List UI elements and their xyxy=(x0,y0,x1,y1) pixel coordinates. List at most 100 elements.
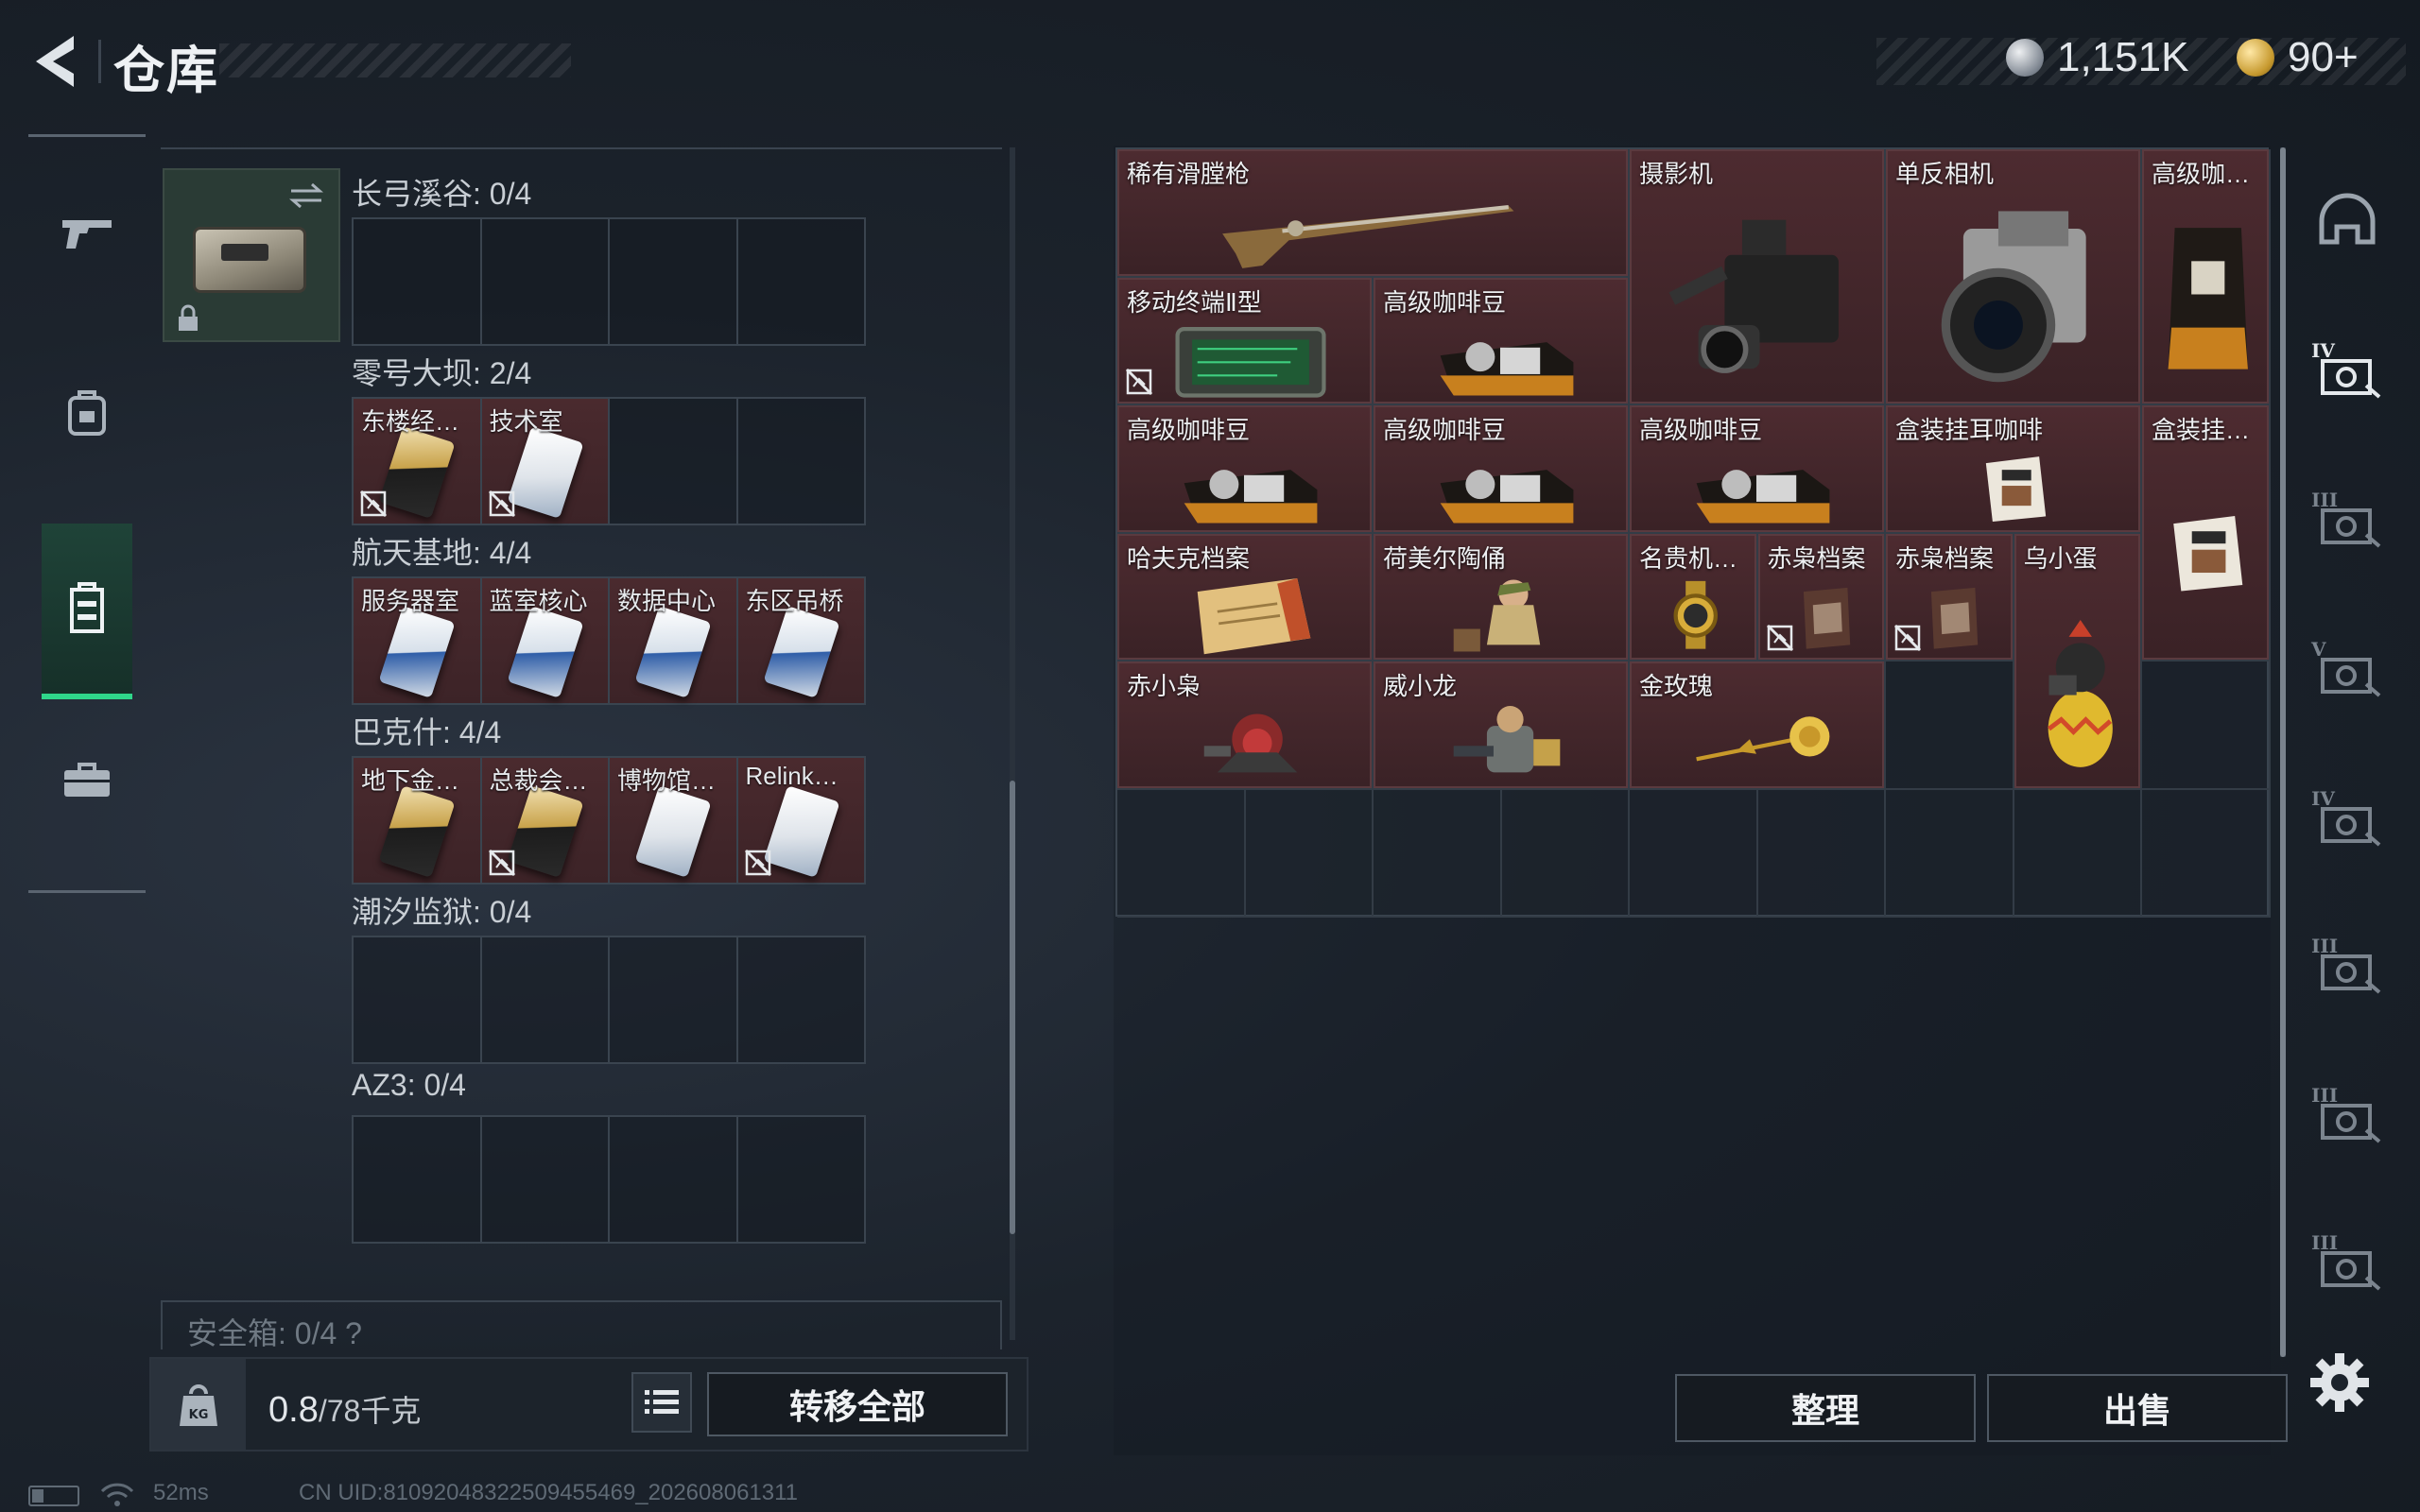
item-label: 高级咖… xyxy=(2152,160,2251,188)
right-rail: IV III V IV III III III xyxy=(2276,142,2418,1370)
transfer-all-button[interactable]: 转移全部 xyxy=(707,1372,1008,1436)
armor-iv-icon[interactable]: IV xyxy=(2305,327,2390,412)
inventory-item[interactable]: 赤枭档案 xyxy=(1757,533,1884,660)
silver-currency[interactable]: 1,151K xyxy=(2006,34,2188,81)
armor-iii-b-icon[interactable]: III xyxy=(2305,1072,2390,1157)
sort-button[interactable]: 整理 xyxy=(1675,1374,1976,1442)
inventory-grid: 稀有滑膛枪 摄影机 单反相机 高级咖… 移动终端Ⅱ型 高级咖啡豆 高级咖啡豆 高级咖啡豆 高级咖… xyxy=(1115,147,2271,918)
grid-cell[interactable] xyxy=(1501,789,1630,918)
title-divider xyxy=(98,40,101,83)
armor-v-icon[interactable]: V xyxy=(2305,626,2390,711)
inventory-item[interactable]: 高级咖啡豆 xyxy=(1630,405,1884,532)
keycard-label: 蓝室核心 xyxy=(489,587,588,615)
nav-backpack[interactable] xyxy=(42,361,132,465)
inventory-item[interactable]: 摄影机 xyxy=(1630,149,1884,404)
list-view-button[interactable] xyxy=(631,1372,692,1433)
keycard-case-slot[interactable] xyxy=(163,168,340,342)
safe-box-label[interactable]: 安全箱: 0/4 ? xyxy=(161,1300,1002,1350)
keycard-slot[interactable] xyxy=(738,1117,865,1242)
rail-scroll-thumb[interactable] xyxy=(2280,147,2286,1357)
nav-bottom-line xyxy=(28,890,146,893)
grid-cell[interactable] xyxy=(2014,789,2142,918)
keycard-case-panel: 长弓溪谷: 0/4 零号大坝: 2/4 东楼经… 技术室 航天基地: 4/4 服务器室 蓝室… xyxy=(151,140,1021,1350)
keycard-slot[interactable]: 服务器室 xyxy=(354,578,482,703)
grid-cell[interactable] xyxy=(1757,789,1886,918)
grid-cell[interactable] xyxy=(1374,789,1502,918)
keycard-slot[interactable] xyxy=(354,219,482,344)
keycard-slot[interactable] xyxy=(482,937,610,1062)
rig-iii-icon[interactable]: III xyxy=(2305,922,2390,1007)
swap-icon[interactable] xyxy=(287,181,325,210)
keycard-slot[interactable]: 东区吊桥 xyxy=(737,578,864,703)
list-icon xyxy=(645,1390,679,1414)
keycard-slot[interactable] xyxy=(610,1117,738,1242)
inventory-item[interactable]: 盒装挂耳咖啡 xyxy=(1886,405,2140,532)
inventory-item[interactable]: 高级咖啡豆 xyxy=(1117,405,1372,532)
keycard-label: 地下金… xyxy=(361,766,460,795)
inventory-item[interactable]: 名贵机… xyxy=(1630,533,1756,660)
keycard-slot-row xyxy=(352,936,866,1064)
grid-cell[interactable] xyxy=(1245,789,1374,918)
grid-cell[interactable] xyxy=(1117,789,1246,918)
grid-cell[interactable] xyxy=(2142,789,2271,918)
keycard-slot[interactable]: 东楼经… xyxy=(354,399,482,524)
back-arrow-icon[interactable] xyxy=(26,30,83,93)
armor-iii-icon[interactable]: III xyxy=(2305,476,2390,561)
keycard-slot[interactable]: 技术室 xyxy=(481,399,610,524)
grid-cell[interactable] xyxy=(1886,789,2014,918)
grid-cell[interactable] xyxy=(1886,662,2014,790)
rig-iii-b-icon[interactable]: III xyxy=(2305,1219,2390,1304)
inventory-item[interactable]: 哈夫克档案 xyxy=(1117,533,1372,660)
keycard-icon xyxy=(378,785,456,878)
keycard-slot[interactable]: 总裁会… xyxy=(481,758,610,883)
grid-cell[interactable] xyxy=(2142,662,2271,790)
gold-currency[interactable]: 90+ xyxy=(2237,34,2359,81)
inventory-item[interactable]: 赤枭档案 xyxy=(1886,533,2013,660)
keycard-slot[interactable]: 博物馆… xyxy=(610,758,738,883)
coffee-box-icon xyxy=(2158,443,2258,658)
inventory-item[interactable]: 金玫瑰 xyxy=(1630,662,1884,788)
nav-weapon[interactable] xyxy=(42,180,132,284)
keycard-slot[interactable] xyxy=(738,219,865,344)
sell-button[interactable]: 出售 xyxy=(1987,1374,2288,1442)
inventory-item[interactable]: 高级咖… xyxy=(2142,149,2269,404)
stash-scroll-thumb[interactable] xyxy=(1010,781,1015,1234)
keycard-slot[interactable] xyxy=(610,219,738,344)
keycard-slot[interactable]: Relink… xyxy=(737,758,864,883)
inventory-item[interactable]: 高级咖啡豆 xyxy=(1374,277,1628,404)
inventory-item[interactable]: 移动终端Ⅱ型 xyxy=(1117,277,1372,404)
coffee-tin-icon xyxy=(1646,443,1874,530)
inventory-item[interactable]: 威小龙 xyxy=(1374,662,1628,788)
keycard-slot[interactable] xyxy=(354,937,482,1062)
item-label: 赤枭档案 xyxy=(1767,543,1866,573)
inventory-item[interactable]: 高级咖啡豆 xyxy=(1374,405,1628,532)
keycard-slot[interactable]: 蓝室核心 xyxy=(481,578,610,703)
rig-iv-icon[interactable]: IV xyxy=(2305,775,2390,860)
helmet-icon[interactable] xyxy=(2305,180,2390,265)
inventory-item[interactable]: 荷美尔陶俑 xyxy=(1374,533,1628,660)
nav-storage[interactable] xyxy=(42,524,132,699)
nav-briefcase[interactable] xyxy=(42,728,132,832)
keycard-slot[interactable] xyxy=(482,1117,610,1242)
weapon-icon xyxy=(62,220,112,249)
settings-gear-icon[interactable] xyxy=(2307,1349,2373,1416)
inventory-item[interactable]: 乌小蛋 xyxy=(2014,533,2140,788)
keycard-slot[interactable] xyxy=(482,219,610,344)
svg-text:III: III xyxy=(2311,935,2338,957)
keycard-slot[interactable] xyxy=(354,1117,482,1242)
group-title: AZ3: 0/4 xyxy=(352,1068,466,1102)
inventory-item[interactable]: 赤小枭 xyxy=(1117,662,1372,788)
inventory-item[interactable]: 单反相机 xyxy=(1886,149,2140,404)
keycard-slot[interactable] xyxy=(738,399,865,524)
ping-readout: 52ms xyxy=(153,1480,209,1505)
keycard-slot[interactable] xyxy=(610,399,738,524)
keycard-slot[interactable]: 地下金… xyxy=(354,758,482,883)
keycard-slot[interactable] xyxy=(610,937,738,1062)
inventory-item[interactable]: 稀有滑膛枪 xyxy=(1117,149,1628,276)
keycard-slot[interactable]: 数据中心 xyxy=(610,578,738,703)
inventory-panel: 稀有滑膛枪 摄影机 单反相机 高级咖… 移动终端Ⅱ型 高级咖啡豆 高级咖啡豆 高级咖啡豆 高级咖… xyxy=(1114,146,2271,1455)
keycard-slot[interactable] xyxy=(738,937,865,1062)
inventory-item[interactable]: 盒装挂… xyxy=(2142,405,2269,660)
weight-lock: KG xyxy=(151,1359,246,1450)
grid-cell[interactable] xyxy=(1630,789,1758,918)
